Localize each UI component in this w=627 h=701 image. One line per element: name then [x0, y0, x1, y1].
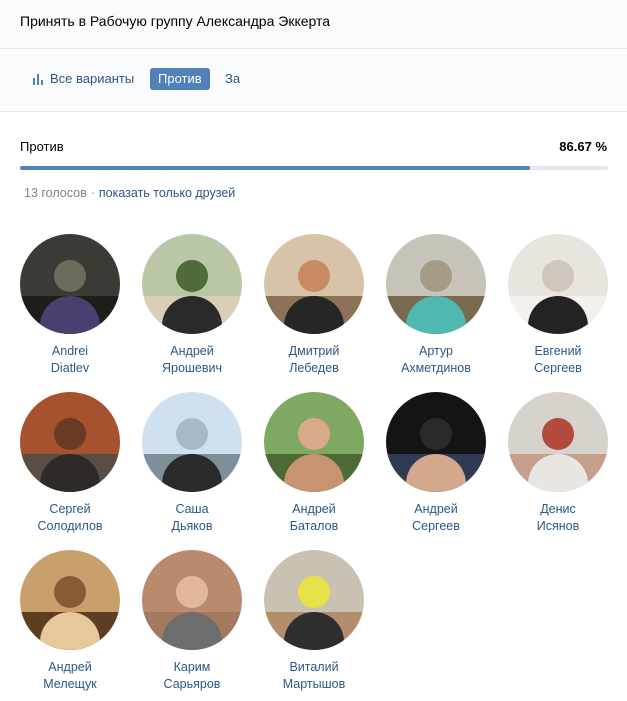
separator-dot: · — [90, 186, 95, 200]
voter-card[interactable]: Денис Исянов — [497, 392, 619, 535]
voter-last-name: Баталов — [289, 519, 339, 533]
avatar[interactable] — [508, 234, 608, 334]
avatar[interactable] — [386, 392, 486, 492]
voter-card[interactable]: Саша Дьяков — [131, 392, 253, 535]
tab-against[interactable]: Против — [150, 68, 210, 90]
voter-name[interactable]: Карим Сарьяров — [137, 659, 247, 693]
voter-last-name: Мелещук — [43, 677, 97, 691]
voter-last-name: Diatlev — [50, 361, 90, 375]
avatar[interactable] — [142, 234, 242, 334]
avatar[interactable] — [386, 234, 486, 334]
voter-last-name: Сергеев — [412, 519, 460, 533]
avatar[interactable] — [264, 392, 364, 492]
avatar[interactable] — [20, 234, 120, 334]
voter-last-name: Сарьяров — [163, 677, 221, 691]
avatar[interactable] — [142, 550, 242, 650]
voter-name[interactable]: Андрей Мелещук — [15, 659, 125, 693]
tab-for[interactable]: За — [225, 68, 240, 90]
tab-all-options-label: Все варианты — [50, 71, 135, 86]
voter-last-name: Лебедев — [289, 361, 339, 375]
voter-card[interactable]: Андрей Мелещук — [9, 550, 131, 693]
poll-header: Принять в Рабочую группу Александра Экке… — [0, 0, 627, 49]
voter-last-name: Солодилов — [37, 519, 103, 533]
voter-name[interactable]: Евгений Сергеев — [503, 343, 613, 377]
avatar[interactable] — [142, 392, 242, 492]
avatar[interactable] — [20, 550, 120, 650]
voter-name[interactable]: Андрей Баталов — [259, 501, 369, 535]
voter-name[interactable]: Андрей Ярошевич — [137, 343, 247, 377]
avatar[interactable] — [264, 234, 364, 334]
avatar[interactable] — [508, 392, 608, 492]
voters-grid: Andrei Diatlev Андрей Ярошевич Дмитрий Лебеде… — [0, 234, 627, 693]
votes-count: 13 голосов — [24, 186, 87, 200]
voter-first-name: Сергей — [49, 502, 91, 516]
voter-first-name: Андрей — [170, 344, 214, 358]
voter-name[interactable]: Сергей Солодилов — [15, 501, 125, 535]
voter-card[interactable]: Сергей Солодилов — [9, 392, 131, 535]
avatar[interactable] — [264, 550, 364, 650]
voter-first-name: Andrei — [51, 344, 89, 358]
voter-last-name: Сергеев — [534, 361, 582, 375]
answer-label: Против — [20, 139, 64, 154]
voter-name[interactable]: Артур Ахметдинов — [381, 343, 491, 377]
answer-progress-fill — [20, 166, 530, 170]
voter-name[interactable]: Денис Исянов — [503, 501, 613, 535]
voter-card[interactable]: Карим Сарьяров — [131, 550, 253, 693]
voter-first-name: Андрей — [414, 502, 458, 516]
tab-all-options[interactable]: Все варианты — [33, 68, 134, 90]
voter-first-name: Евгений — [534, 344, 582, 358]
voter-name[interactable]: Дмитрий Лебедев — [259, 343, 369, 377]
voter-first-name: Денис — [540, 502, 576, 516]
answer-result: Против 86.67 % 13 голосов · показать тольк… — [0, 112, 627, 224]
voter-last-name: Ахметдинов — [401, 361, 471, 375]
voter-card[interactable]: Виталий Мартышов — [253, 550, 375, 693]
voter-card[interactable]: Андрей Ярошевич — [131, 234, 253, 377]
show-friends-only-link[interactable]: показать только друзей — [99, 186, 235, 200]
voter-card[interactable]: Андрей Сергеев — [375, 392, 497, 535]
voter-first-name: Карим — [173, 660, 211, 674]
voter-first-name: Артур — [419, 344, 453, 358]
answer-progress-bar — [20, 166, 608, 170]
voter-card[interactable]: Евгений Сергеев — [497, 234, 619, 377]
voter-first-name: Саша — [175, 502, 209, 516]
voter-last-name: Исянов — [536, 519, 580, 533]
voter-first-name: Дмитрий — [288, 344, 340, 358]
voter-name[interactable]: Виталий Мартышов — [259, 659, 369, 693]
voter-first-name: Виталий — [289, 660, 339, 674]
voter-card[interactable]: Артур Ахметдинов — [375, 234, 497, 377]
answer-tabs: Все варианты Против За — [0, 49, 627, 112]
voter-last-name: Ярошевич — [161, 361, 223, 375]
voter-card[interactable]: Андрей Баталов — [253, 392, 375, 535]
poll-title: Принять в Рабочую группу Александра Экке… — [20, 13, 331, 29]
avatar[interactable] — [20, 392, 120, 492]
voter-name[interactable]: Андрей Сергеев — [381, 501, 491, 535]
bar-chart-icon — [33, 73, 45, 85]
voter-name[interactable]: Andrei Diatlev — [15, 343, 125, 377]
voter-name[interactable]: Саша Дьяков — [137, 501, 247, 535]
voter-last-name: Мартышов — [282, 677, 346, 691]
voter-card[interactable]: Andrei Diatlev — [9, 234, 131, 377]
voter-card[interactable]: Дмитрий Лебедев — [253, 234, 375, 377]
votes-summary: 13 голосов · показать только друзей — [24, 186, 235, 200]
voter-first-name: Андрей — [48, 660, 92, 674]
answer-percent: 86.67 % — [559, 139, 607, 154]
voter-last-name: Дьяков — [171, 519, 213, 533]
voter-first-name: Андрей — [292, 502, 336, 516]
